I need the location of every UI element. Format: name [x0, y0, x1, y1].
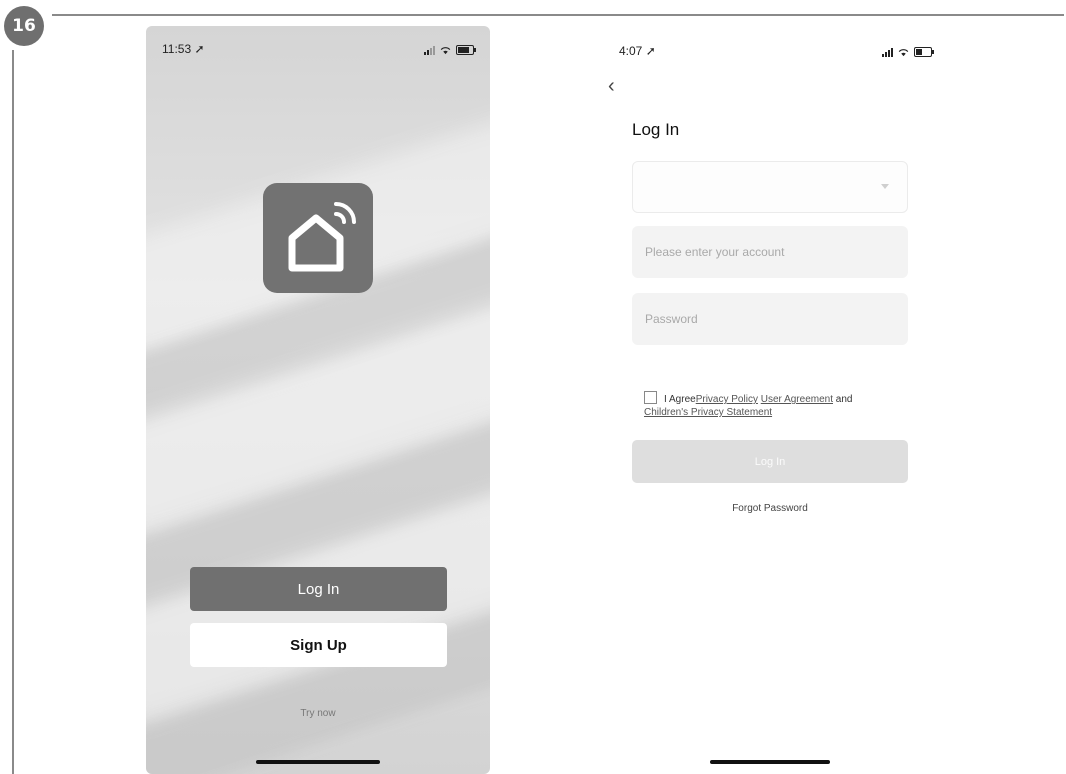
- status-time: 4:07: [619, 44, 643, 58]
- agree-text: I Agree: [664, 394, 696, 405]
- login-submit-button[interactable]: Log In: [632, 440, 908, 483]
- password-input[interactable]: [632, 293, 908, 345]
- agreement-row: I AgreePrivacy Policy User Agreement and…: [644, 391, 914, 419]
- region-select[interactable]: [632, 161, 908, 213]
- account-input[interactable]: [632, 226, 908, 278]
- location-arrow-icon: ➚: [645, 44, 656, 58]
- smart-home-logo-icon: [263, 183, 373, 293]
- privacy-policy-link[interactable]: Privacy Policy: [696, 394, 758, 405]
- step-number: 16: [12, 16, 36, 36]
- welcome-screen: 11:53 ➚ Log In Sign Up Try now: [146, 26, 490, 774]
- battery-icon: [456, 45, 476, 55]
- user-agreement-link[interactable]: User Agreement: [761, 394, 833, 405]
- back-button[interactable]: ‹: [608, 76, 615, 96]
- location-arrow-icon: ➚: [194, 42, 205, 56]
- childrens-privacy-link[interactable]: Children's Privacy Statement: [644, 407, 772, 418]
- cellular-signal-icon: [424, 45, 435, 55]
- chevron-left-icon: ‹: [608, 75, 615, 97]
- login-button[interactable]: Log In: [190, 567, 447, 611]
- and-text: and: [835, 394, 853, 405]
- page-title: Log In: [632, 120, 680, 139]
- top-divider: [52, 14, 1064, 16]
- chevron-down-icon: [881, 184, 889, 189]
- agree-checkbox[interactable]: [644, 391, 657, 404]
- home-indicator: [710, 760, 830, 764]
- status-bar: 11:53 ➚: [162, 42, 476, 58]
- wifi-icon: [898, 48, 909, 56]
- step-number-badge: 16: [4, 6, 44, 46]
- forgot-password-link[interactable]: Forgot Password: [600, 503, 940, 514]
- home-indicator: [256, 760, 380, 764]
- left-divider: [12, 50, 14, 774]
- login-screen: 4:07 ➚ ‹ Log In I AgreePrivacy Policy Us…: [600, 40, 934, 774]
- status-bar: 4:07 ➚: [619, 44, 934, 60]
- signup-button[interactable]: Sign Up: [190, 623, 447, 667]
- status-time: 11:53: [162, 42, 192, 56]
- cellular-signal-icon: [882, 47, 893, 57]
- try-now-link[interactable]: Try now: [146, 708, 490, 719]
- wifi-icon: [440, 46, 451, 54]
- battery-icon: [914, 47, 934, 57]
